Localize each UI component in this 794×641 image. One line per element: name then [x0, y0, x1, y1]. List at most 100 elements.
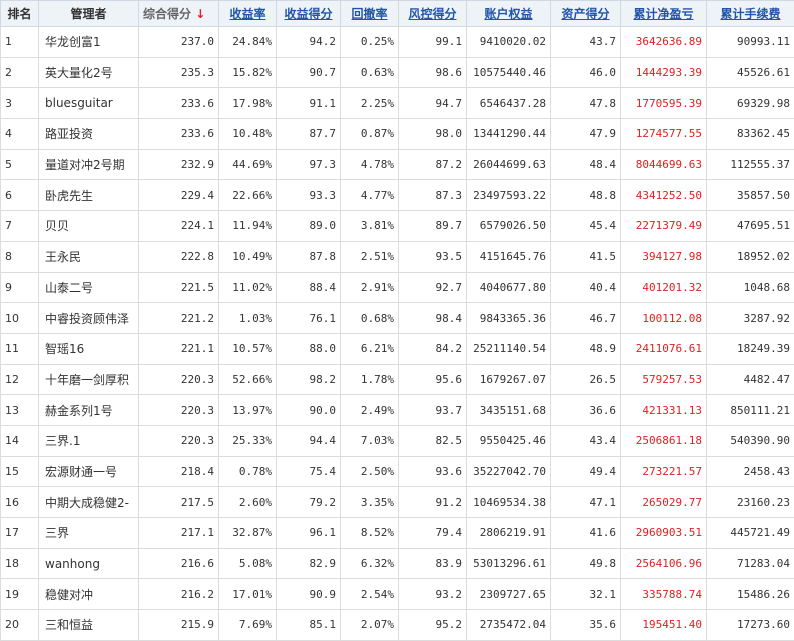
table-row: 5 量道对冲2号期 232.9 44.69% 97.3 4.78% 87.2 26044699… — [0, 148, 794, 181]
col-return-rate-header[interactable]: 收益率 — [218, 0, 277, 27]
sort-fees-link[interactable]: 累计手续费 — [720, 7, 780, 21]
table-row: 10 中睿投资顾伟泽 221.2 1.03% 76.1 0.68% 98.4 9843365.… — [0, 302, 794, 334]
col-return-score-header[interactable]: 收益得分 — [276, 0, 341, 27]
table-row: 6 卧虎先生 229.4 22.66% 93.3 4.77% 87.3 23497593.22… — [0, 179, 794, 212]
cell-return-rate: 44.69% — [218, 148, 277, 181]
cell-manager[interactable]: bluesguitar — [38, 87, 139, 120]
cell-net-profit: 273221.57 — [620, 455, 707, 488]
table-row: 11 智瑶16 221.1 10.57% 88.0 6.21% 84.2 25211140.5… — [0, 332, 794, 365]
sort-return-rate-link[interactable]: 收益率 — [229, 7, 265, 21]
cell-net-profit: 4341252.50 — [620, 179, 707, 212]
cell-return-rate: 7.69% — [218, 609, 277, 641]
sort-return-score-link[interactable]: 收益得分 — [284, 7, 332, 21]
cell-risk-score: 93.2 — [398, 578, 467, 611]
cell-rank: 11 — [0, 332, 39, 365]
cell-return-rate: 1.03% — [218, 302, 277, 334]
cell-drawdown: 6.32% — [340, 547, 399, 580]
cell-asset-score: 41.5 — [550, 240, 621, 273]
cell-risk-score: 95.2 — [398, 609, 467, 641]
sort-asset-score-link[interactable]: 资产得分 — [561, 7, 609, 21]
sort-drawdown-link[interactable]: 回撤率 — [351, 7, 387, 21]
cell-net-profit: 3642636.89 — [620, 26, 707, 58]
cell-asset-score: 45.4 — [550, 210, 621, 242]
cell-drawdown: 2.91% — [340, 271, 399, 304]
cell-composite: 221.2 — [138, 302, 219, 334]
sort-net-profit-link[interactable]: 累计净盈亏 — [633, 7, 693, 21]
cell-manager[interactable]: 十年磨一剑厚积 — [38, 363, 139, 396]
col-equity-header[interactable]: 账户权益 — [466, 0, 551, 27]
cell-manager[interactable]: 三和恒益 — [38, 609, 139, 641]
ranking-table: 排名 管理者 综合得分 ↓ 收益率 收益得分 回撤率 风控得分 账户权益 资产得… — [0, 0, 794, 641]
col-net-profit-header[interactable]: 累计净盈亏 — [620, 0, 707, 27]
cell-fees: 69329.98 — [706, 87, 794, 120]
cell-return-score: 90.7 — [276, 56, 341, 89]
cell-manager[interactable]: 宏源财通一号 — [38, 455, 139, 488]
cell-drawdown: 1.78% — [340, 363, 399, 396]
col-composite-header[interactable]: 综合得分 ↓ — [138, 0, 219, 27]
cell-manager[interactable]: 贝贝 — [38, 210, 139, 242]
cell-fees: 18249.39 — [706, 332, 794, 365]
cell-equity: 4040677.80 — [466, 271, 551, 304]
cell-manager[interactable]: 英大量化2号 — [38, 56, 139, 89]
sort-risk-score-link[interactable]: 风控得分 — [408, 7, 456, 21]
cell-composite: 229.4 — [138, 179, 219, 212]
cell-manager[interactable]: 稳健对冲 — [38, 578, 139, 611]
cell-return-score: 96.1 — [276, 517, 341, 549]
cell-asset-score: 48.4 — [550, 148, 621, 181]
cell-manager[interactable]: 卧虎先生 — [38, 179, 139, 212]
cell-return-score: 97.3 — [276, 148, 341, 181]
cell-rank: 13 — [0, 394, 39, 426]
cell-asset-score: 46.7 — [550, 302, 621, 334]
sort-desc-icon[interactable]: ↓ — [195, 7, 205, 21]
table-row: 7 贝贝 224.1 11.94% 89.0 3.81% 89.7 6579026.50 45.… — [0, 210, 794, 242]
cell-return-rate: 25.33% — [218, 424, 277, 457]
cell-equity: 35227042.70 — [466, 455, 551, 488]
col-composite-label[interactable]: 综合得分 — [143, 7, 191, 21]
cell-drawdown: 8.52% — [340, 517, 399, 549]
cell-return-score: 94.2 — [276, 26, 341, 58]
col-fees-header[interactable]: 累计手续费 — [706, 0, 794, 27]
cell-manager[interactable]: 中睿投资顾伟泽 — [38, 302, 139, 334]
col-drawdown-header[interactable]: 回撤率 — [340, 0, 399, 27]
cell-equity: 2309727.65 — [466, 578, 551, 611]
table-row: 3 bluesguitar 233.6 17.98% 91.1 2.25% 94.7 6546… — [0, 87, 794, 120]
table-row: 16 中期大成稳健2- 217.5 2.60% 79.2 3.35% 91.2 1046953… — [0, 486, 794, 518]
cell-manager[interactable]: 三界.1 — [38, 424, 139, 457]
cell-manager[interactable]: 中期大成稳健2- — [38, 486, 139, 518]
cell-composite: 218.4 — [138, 455, 219, 488]
cell-asset-score: 48.8 — [550, 179, 621, 212]
cell-composite: 237.0 — [138, 26, 219, 58]
cell-manager[interactable]: 王永民 — [38, 240, 139, 273]
cell-asset-score: 32.1 — [550, 578, 621, 611]
cell-manager[interactable]: 量道对冲2号期 — [38, 148, 139, 181]
cell-return-score: 87.8 — [276, 240, 341, 273]
sort-equity-link[interactable]: 账户权益 — [484, 7, 532, 21]
cell-net-profit: 2960903.51 — [620, 517, 707, 549]
cell-manager[interactable]: wanhong — [38, 547, 139, 580]
cell-manager[interactable]: 三界 — [38, 517, 139, 549]
cell-manager[interactable]: 山泰二号 — [38, 271, 139, 304]
cell-rank: 10 — [0, 302, 39, 334]
cell-manager[interactable]: 智瑶16 — [38, 332, 139, 365]
cell-manager[interactable]: 赫金系列1号 — [38, 394, 139, 426]
cell-asset-score: 43.4 — [550, 424, 621, 457]
cell-fees: 35857.50 — [706, 179, 794, 212]
cell-return-rate: 5.08% — [218, 547, 277, 580]
cell-risk-score: 95.6 — [398, 363, 467, 396]
col-risk-score-header[interactable]: 风控得分 — [398, 0, 467, 27]
cell-risk-score: 99.1 — [398, 26, 467, 58]
cell-manager[interactable]: 路亚投资 — [38, 118, 139, 150]
table-row: 20 三和恒益 215.9 7.69% 85.1 2.07% 95.2 2735472.04 3… — [0, 609, 794, 641]
cell-composite: 233.6 — [138, 118, 219, 150]
cell-asset-score: 40.4 — [550, 271, 621, 304]
col-rank-header: 排名 — [0, 0, 39, 27]
cell-composite: 220.3 — [138, 363, 219, 396]
cell-fees: 17273.60 — [706, 609, 794, 641]
cell-rank: 14 — [0, 424, 39, 457]
cell-return-score: 90.9 — [276, 578, 341, 611]
cell-fees: 112555.37 — [706, 148, 794, 181]
cell-equity: 2806219.91 — [466, 517, 551, 549]
col-asset-score-header[interactable]: 资产得分 — [550, 0, 621, 27]
cell-drawdown: 2.50% — [340, 455, 399, 488]
cell-manager[interactable]: 华龙创富1 — [38, 26, 139, 58]
